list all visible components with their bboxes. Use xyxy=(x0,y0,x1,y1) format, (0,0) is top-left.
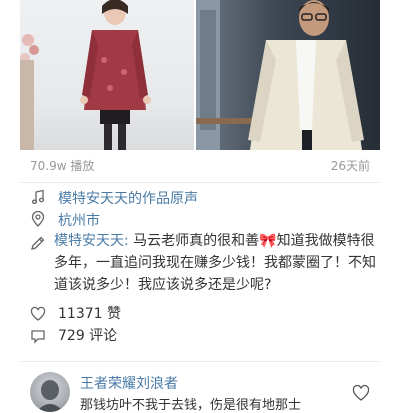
video-frame-right xyxy=(196,0,380,150)
video-stats-row: 70.9w 播放 26天前 xyxy=(30,157,370,175)
location-link[interactable]: 杭州市 xyxy=(58,210,100,230)
comment-bubble-icon xyxy=(31,329,45,344)
avatar-image xyxy=(36,380,64,412)
comment-item: 王者荣耀刘浪者 那钱坊叶不我于去钱，伤是很有地那士 xyxy=(30,372,380,413)
pencil-icon xyxy=(31,236,45,250)
heart-icon xyxy=(30,306,46,321)
location-pin-icon xyxy=(31,211,45,227)
likes-count: 11371 赞 xyxy=(58,306,121,322)
posted-time: 26天前 xyxy=(330,159,370,173)
comment-text: 那钱坊叶不我于去钱，伤是很有地那士 xyxy=(80,398,302,413)
comments-count: 729 评论 xyxy=(58,328,118,344)
man-figure-image xyxy=(196,0,364,150)
avatar[interactable] xyxy=(30,372,70,412)
description-block: 模特安天天: 马云老师真的很和善🎀知道我做模特很多年，一直追问我现在赚多少钱！我… xyxy=(30,230,380,296)
likes-row[interactable]: 11371 赞 xyxy=(30,303,121,323)
video-preview[interactable] xyxy=(0,0,400,150)
music-note-icon xyxy=(31,189,45,205)
comments-row[interactable]: 729 评论 xyxy=(30,325,117,345)
music-row[interactable]: 模特安天天的作品原声 xyxy=(30,188,380,208)
play-count: 70.9w 播放 xyxy=(30,159,95,173)
description-text: 模特安天天: 马云老师真的很和善🎀知道我做模特很多年，一直追问我现在赚多少钱！我… xyxy=(54,230,380,296)
video-frame-left xyxy=(20,0,194,150)
heart-icon[interactable] xyxy=(352,384,370,402)
divider xyxy=(20,182,380,183)
divider xyxy=(20,361,380,362)
location-row[interactable]: 杭州市 xyxy=(30,210,380,230)
comment-username[interactable]: 王者荣耀刘浪者 xyxy=(80,373,178,393)
author-link[interactable]: 模特安天天: xyxy=(54,233,129,249)
bow-emoji-icon: 🎀 xyxy=(259,233,277,249)
woman-figure-image xyxy=(20,0,151,150)
music-link[interactable]: 模特安天天的作品原声 xyxy=(58,188,198,208)
description-part-1: 马云老师真的很和善 xyxy=(133,233,260,249)
